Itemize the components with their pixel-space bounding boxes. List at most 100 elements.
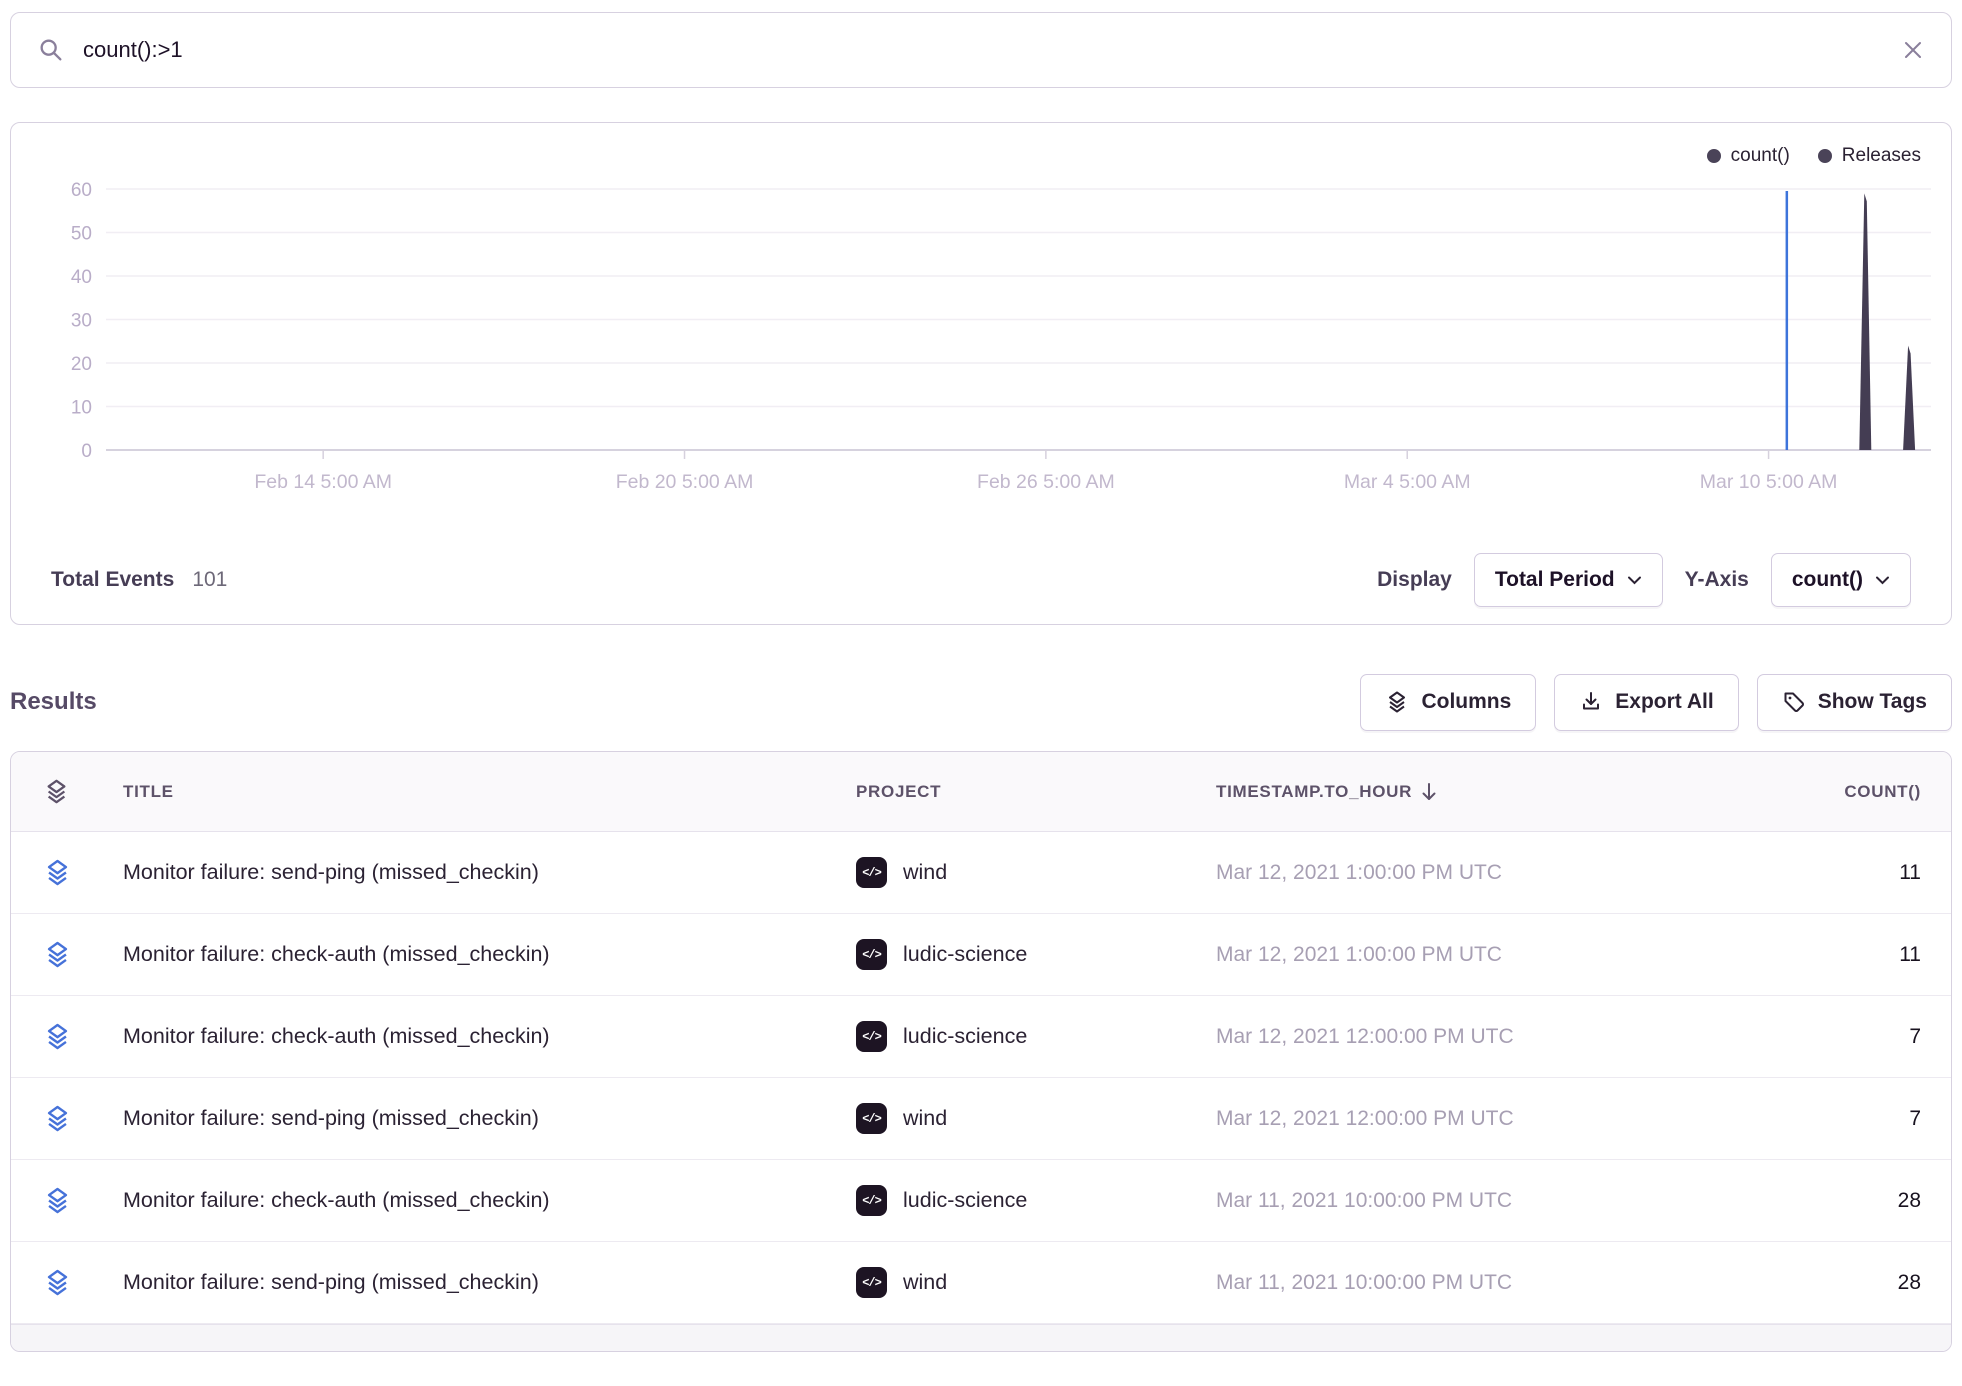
columns-button[interactable]: Columns (1360, 674, 1536, 731)
column-header-title[interactable]: TITLE (123, 782, 856, 802)
releases-series-dot-icon (1818, 149, 1832, 163)
layers-icon[interactable] (43, 1104, 123, 1133)
event-title-link[interactable]: Monitor failure: check-auth (missed_chec… (123, 1024, 856, 1049)
project-name: wind (903, 1106, 947, 1131)
table-row: Monitor failure: check-auth (missed_chec… (11, 1160, 1951, 1242)
legend-item-releases[interactable]: Releases (1818, 145, 1921, 167)
project-name: ludic-science (903, 1188, 1027, 1213)
legend-label: count() (1731, 145, 1790, 167)
table-row: Monitor failure: check-auth (missed_chec… (11, 996, 1951, 1078)
layers-icon[interactable] (43, 778, 123, 805)
results-title: Results (10, 688, 97, 716)
svg-text:60: 60 (71, 180, 92, 201)
table-footer-strip (11, 1324, 1951, 1351)
event-title-link[interactable]: Monitor failure: check-auth (missed_chec… (123, 942, 856, 967)
layers-icon[interactable] (43, 1268, 123, 1297)
svg-text:0: 0 (81, 441, 92, 462)
event-title-link[interactable]: Monitor failure: send-ping (missed_check… (123, 1106, 856, 1131)
search-icon (37, 36, 65, 64)
total-events-label: Total Events (51, 568, 174, 592)
sort-descending-arrow-icon (1420, 781, 1438, 803)
table-header-row: TITLE PROJECT TIMESTAMP.TO_HOUR COUNT() (11, 752, 1951, 832)
layers-icon[interactable] (43, 940, 123, 969)
column-header-count[interactable]: COUNT() (1446, 782, 1921, 802)
project-platform-icon: </> (856, 939, 887, 970)
layers-icon (1385, 690, 1409, 714)
search-bar (10, 12, 1952, 88)
project-platform-icon: </> (856, 1267, 887, 1298)
timestamp-cell: Mar 12, 2021 12:00:00 PM UTC 7 (1216, 1107, 1921, 1131)
search-input[interactable] (83, 37, 1883, 63)
layers-icon[interactable] (43, 1186, 123, 1215)
yaxis-dropdown-value: count() (1792, 568, 1863, 592)
results-header-row: Results Columns Export All Show Tags (10, 673, 1952, 731)
column-header-project[interactable]: PROJECT (856, 782, 1216, 802)
tag-icon (1782, 690, 1806, 714)
layers-icon[interactable] (43, 1022, 123, 1051)
legend-item-count[interactable]: count() (1707, 145, 1790, 167)
table-row: Monitor failure: send-ping (missed_check… (11, 832, 1951, 914)
layers-icon[interactable] (43, 858, 123, 887)
project-platform-icon: </> (856, 1103, 887, 1134)
event-title-link[interactable]: Monitor failure: send-ping (missed_check… (123, 1270, 856, 1295)
project-cell: </> wind (856, 1103, 1216, 1134)
project-name: ludic-science (903, 1024, 1027, 1049)
show-tags-button[interactable]: Show Tags (1757, 674, 1952, 731)
svg-text:40: 40 (71, 267, 92, 288)
table-row: Monitor failure: send-ping (missed_check… (11, 1078, 1951, 1160)
svg-text:Feb 20 5:00 AM: Feb 20 5:00 AM (616, 471, 754, 493)
timestamp-cell: Mar 12, 2021 1:00:00 PM UTC 11 (1216, 943, 1921, 967)
show-tags-button-label: Show Tags (1818, 690, 1927, 714)
chart-footer: Total Events 101 Display Total Period Y-… (11, 536, 1951, 624)
export-all-button-label: Export All (1615, 690, 1713, 714)
events-chart-panel: count() Releases 0102030405060Feb 14 5:0… (10, 122, 1952, 625)
timestamp-cell: Mar 12, 2021 1:00:00 PM UTC 11 (1216, 861, 1921, 885)
svg-text:Mar 4 5:00 AM: Mar 4 5:00 AM (1344, 471, 1471, 493)
yaxis-dropdown[interactable]: count() (1771, 553, 1911, 607)
count-cell: 11 (1502, 943, 1921, 967)
timestamp-cell: Mar 12, 2021 12:00:00 PM UTC 7 (1216, 1025, 1921, 1049)
clear-search-button[interactable] (1901, 38, 1925, 62)
display-label: Display (1377, 568, 1452, 592)
events-over-time-chart[interactable]: 0102030405060Feb 14 5:00 AMFeb 20 5:00 A… (11, 123, 1950, 523)
table-row: Monitor failure: send-ping (missed_check… (11, 1242, 1951, 1324)
project-cell: </> ludic-science (856, 939, 1216, 970)
count-cell: 11 (1502, 861, 1921, 885)
svg-text:30: 30 (71, 311, 92, 332)
count-cell: 7 (1514, 1025, 1921, 1049)
project-name: wind (903, 1270, 947, 1295)
total-events-value: 101 (192, 568, 227, 592)
count-cell: 7 (1514, 1107, 1921, 1131)
svg-text:Feb 14 5:00 AM: Feb 14 5:00 AM (254, 471, 392, 493)
yaxis-label: Y-Axis (1685, 568, 1749, 592)
count-cell: 28 (1512, 1189, 1921, 1213)
display-dropdown[interactable]: Total Period (1474, 553, 1663, 607)
timestamp-cell: Mar 11, 2021 10:00:00 PM UTC 28 (1216, 1189, 1921, 1213)
display-dropdown-value: Total Period (1495, 568, 1615, 592)
chevron-down-icon (1627, 575, 1642, 585)
svg-text:10: 10 (71, 398, 92, 419)
svg-text:Feb 26 5:00 AM: Feb 26 5:00 AM (977, 471, 1115, 493)
svg-text:Mar 10 5:00 AM: Mar 10 5:00 AM (1700, 471, 1838, 493)
project-platform-icon: </> (856, 857, 887, 888)
column-header-timestamp[interactable]: TIMESTAMP.TO_HOUR COUNT() (1216, 781, 1921, 803)
chart-legend: count() Releases (1707, 145, 1921, 167)
project-platform-icon: </> (856, 1185, 887, 1216)
event-title-link[interactable]: Monitor failure: send-ping (missed_check… (123, 860, 856, 885)
project-name: wind (903, 860, 947, 885)
columns-button-label: Columns (1421, 690, 1511, 714)
project-name: ludic-science (903, 942, 1027, 967)
event-title-link[interactable]: Monitor failure: check-auth (missed_chec… (123, 1188, 856, 1213)
results-table: TITLE PROJECT TIMESTAMP.TO_HOUR COUNT() … (10, 751, 1952, 1352)
table-row: Monitor failure: check-auth (missed_chec… (11, 914, 1951, 996)
count-series-dot-icon (1707, 149, 1721, 163)
project-platform-icon: </> (856, 1021, 887, 1052)
count-cell: 28 (1512, 1271, 1921, 1295)
chevron-down-icon (1875, 575, 1890, 585)
legend-label: Releases (1842, 145, 1921, 167)
export-all-button[interactable]: Export All (1554, 674, 1738, 731)
project-cell: </> wind (856, 1267, 1216, 1298)
project-cell: </> ludic-science (856, 1021, 1216, 1052)
download-icon (1579, 690, 1603, 714)
svg-text:20: 20 (71, 354, 92, 375)
